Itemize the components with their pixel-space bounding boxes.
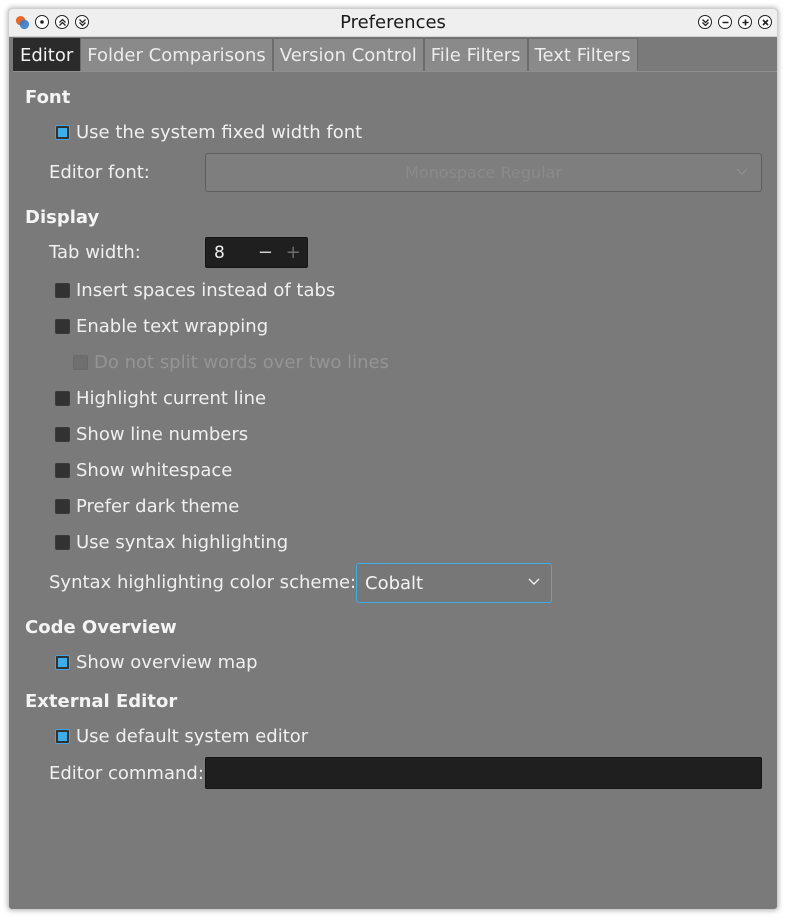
checkbox-box[interactable] [55, 655, 70, 670]
tab-width-label: Tab width: [49, 242, 141, 263]
dark-theme-checkbox[interactable]: Prefer dark theme [55, 496, 239, 517]
syntax-highlighting-label: Use syntax highlighting [76, 532, 289, 553]
use-system-font-checkbox[interactable]: Use the system fixed width font [55, 122, 362, 143]
show-whitespace-label: Show whitespace [76, 460, 233, 481]
checkbox-box[interactable] [55, 319, 70, 334]
editor-command-label: Editor command: [49, 763, 204, 784]
line-numbers-checkbox[interactable]: Show line numbers [55, 424, 248, 445]
editor-font-button[interactable]: Monospace Regular [205, 153, 762, 192]
checkbox-box[interactable] [55, 499, 70, 514]
display-heading: Display [25, 207, 100, 228]
checkbox-box[interactable] [55, 125, 70, 140]
editor-tab-panel: Font Use the system fixed width font Edi… [9, 9, 777, 909]
overview-map-label: Show overview map [76, 652, 258, 673]
tab-width-value[interactable]: 8 [206, 243, 252, 263]
insert-spaces-label: Insert spaces instead of tabs [76, 280, 336, 301]
syntax-highlighting-checkbox[interactable]: Use syntax highlighting [55, 532, 288, 553]
editor-command-input[interactable] [205, 757, 762, 789]
preferences-window: Preferences Editor Folder Comparisons Ve… [8, 8, 778, 910]
editor-font-value: Monospace Regular [405, 163, 562, 182]
checkbox-box[interactable] [55, 391, 70, 406]
use-system-font-label: Use the system fixed width font [76, 122, 363, 143]
split-words-checkbox: Do not split words over two lines [73, 352, 389, 373]
split-words-label: Do not split words over two lines [94, 352, 389, 373]
text-wrapping-checkbox[interactable]: Enable text wrapping [55, 316, 268, 337]
font-heading: Font [25, 87, 71, 108]
chevron-down-icon [735, 154, 749, 206]
checkbox-box[interactable] [55, 427, 70, 442]
checkbox-box [73, 355, 88, 370]
default-editor-checkbox[interactable]: Use default system editor [55, 726, 308, 747]
color-scheme-value: Cobalt [365, 572, 424, 594]
overview-map-checkbox[interactable]: Show overview map [55, 652, 258, 673]
increment-button[interactable]: + [279, 242, 307, 263]
external-editor-heading: External Editor [25, 691, 178, 712]
checkbox-box[interactable] [55, 283, 70, 298]
insert-spaces-checkbox[interactable]: Insert spaces instead of tabs [55, 280, 335, 301]
decrement-button[interactable]: − [252, 242, 280, 263]
show-whitespace-checkbox[interactable]: Show whitespace [55, 460, 232, 481]
color-scheme-combo[interactable]: Cobalt [356, 563, 552, 603]
editor-font-label: Editor font: [49, 162, 150, 183]
default-editor-label: Use default system editor [76, 726, 309, 747]
line-numbers-label: Show line numbers [76, 424, 249, 445]
text-wrapping-label: Enable text wrapping [76, 316, 269, 337]
tab-width-spinner[interactable]: 8 − + [205, 237, 308, 268]
checkbox-box[interactable] [55, 535, 70, 550]
checkbox-box[interactable] [55, 463, 70, 478]
color-scheme-label: Syntax highlighting color scheme: [49, 572, 357, 593]
chevron-down-icon [527, 574, 541, 592]
highlight-line-label: Highlight current line [76, 388, 267, 409]
dark-theme-label: Prefer dark theme [76, 496, 240, 517]
highlight-line-checkbox[interactable]: Highlight current line [55, 388, 266, 409]
checkbox-box[interactable] [55, 729, 70, 744]
code-overview-heading: Code Overview [25, 617, 177, 638]
